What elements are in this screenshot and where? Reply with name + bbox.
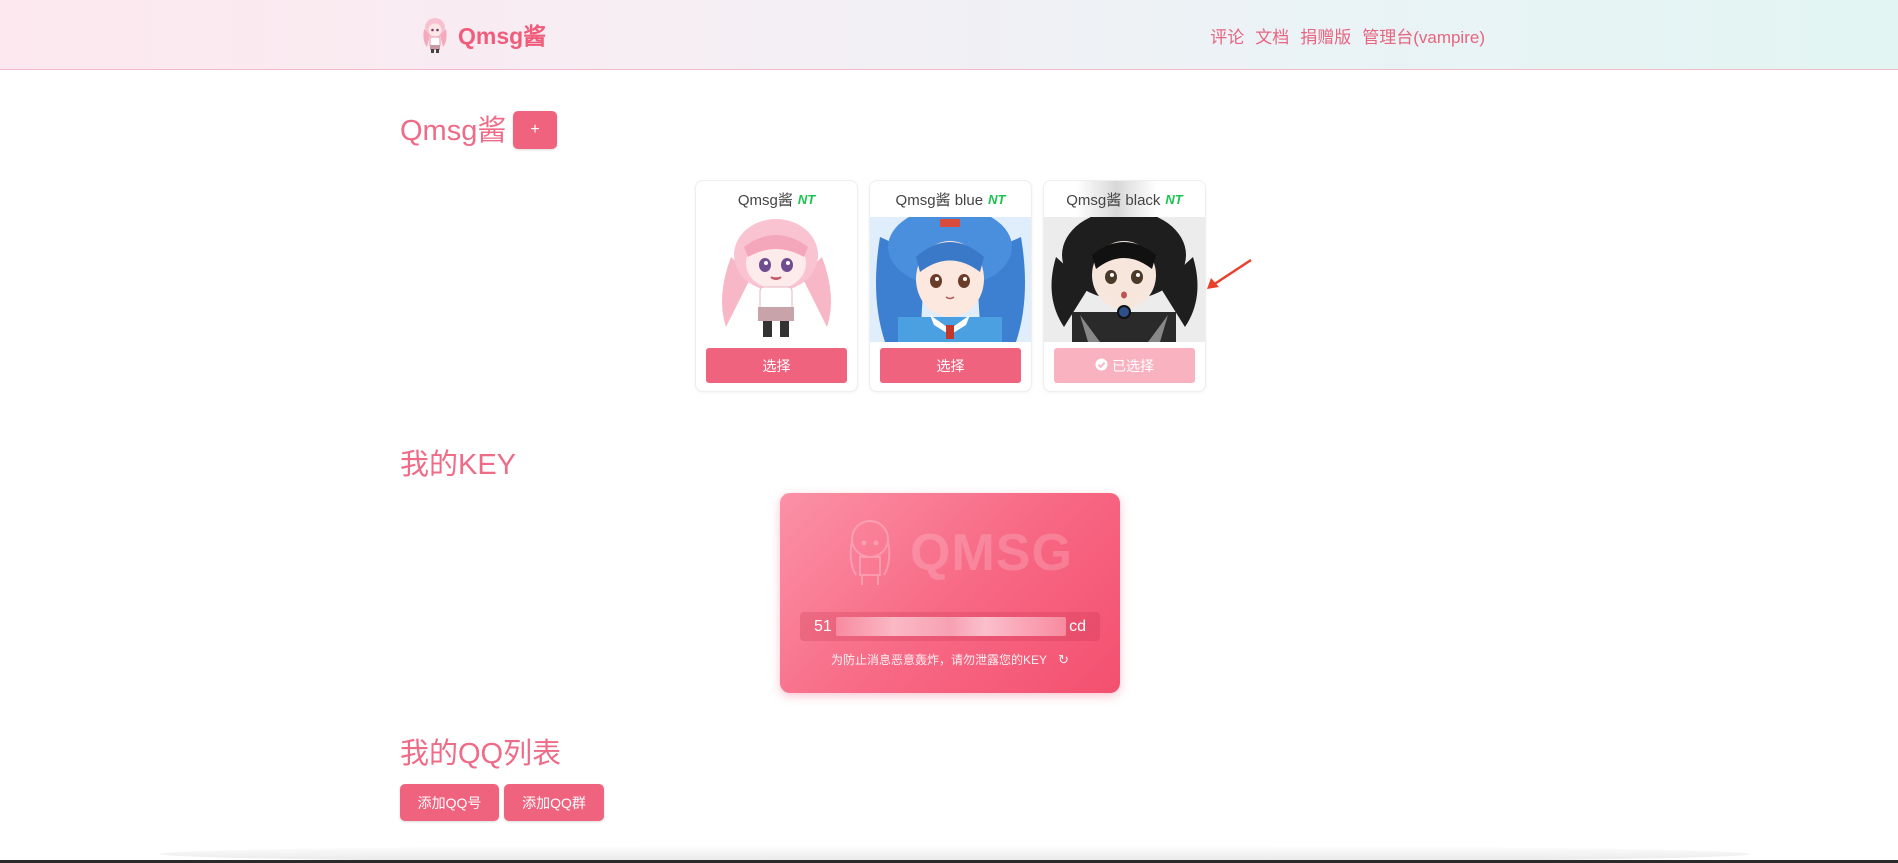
add-bot-button[interactable]: + (513, 111, 557, 149)
qmsg-watermark: QMSG (910, 524, 1073, 582)
bot-card-header: Qmsg酱 blue NT (870, 181, 1031, 217)
black-mascot-image (1044, 210, 1205, 342)
key-field[interactable]: 51 cd (800, 612, 1100, 641)
nav-link-comments[interactable]: 评论 (1210, 23, 1244, 48)
check-circle-icon (1095, 358, 1108, 374)
nt-badge: NT (797, 191, 816, 207)
brand-name: Qmsg酱 (458, 23, 547, 49)
bot-card-pink: Qmsg酱 NT 选择 (695, 180, 858, 392)
selected-bot-label: 已选择 (1112, 357, 1154, 374)
key-prefix: 51 (814, 617, 832, 635)
mascot-logo-icon (423, 18, 447, 53)
key-suffix: cd (1069, 617, 1086, 635)
nav-link-admin[interactable]: 管理台(vampire) (1362, 23, 1485, 48)
key-card: QMSG 51 cd 为防止消息恶意轰炸，请勿泄露您的KEY ↻ (780, 493, 1120, 693)
nt-badge: NT (988, 191, 1006, 207)
select-bot-label: 选择 (936, 357, 965, 374)
bots-section-title: Qmsg酱 (400, 115, 507, 147)
key-redaction-mask (836, 617, 1066, 636)
key-hint: 为防止消息恶意轰炸，请勿泄露您的KEY ↻ (780, 651, 1120, 668)
add-qq-button[interactable]: 添加QQ号 (400, 784, 499, 821)
key-section-title: 我的KEY (400, 449, 517, 481)
bot-card-name: Qmsg酱 (737, 191, 793, 209)
bot-card-black: Qmsg酱 black NT 已选择 (1043, 180, 1206, 392)
nav-links: 评论 文档 捐赠版 管理台(vampire) (1210, 23, 1485, 48)
top-navbar: Qmsg酱 评论 文档 捐赠版 管理台(vampire) (0, 0, 1898, 70)
bot-card-name: Qmsg酱 black (1066, 191, 1161, 209)
selected-bot-button[interactable]: 已选择 (1054, 348, 1195, 383)
select-bot-button[interactable]: 选择 (880, 348, 1021, 383)
key-hint-text: 为防止消息恶意轰炸，请勿泄露您的KEY (830, 653, 1047, 667)
bot-card-header: Qmsg酱 black NT (1044, 181, 1205, 217)
brand[interactable]: Qmsg酱 (418, 14, 546, 54)
qq-section-title: 我的QQ列表 (400, 738, 562, 770)
annotation-arrow-icon (1207, 258, 1252, 289)
bot-card-name: Qmsg酱 blue (895, 191, 984, 209)
refresh-icon[interactable]: ↻ (1058, 652, 1069, 667)
add-qq-group-button[interactable]: 添加QQ群 (504, 784, 604, 821)
mascot-watermark-icon (849, 520, 891, 585)
nt-badge: NT (1165, 191, 1183, 207)
nav-link-docs[interactable]: 文档 (1255, 23, 1289, 48)
select-bot-button[interactable]: 选择 (706, 348, 847, 383)
pink-mascot-image (696, 217, 857, 342)
nav-link-donate[interactable]: 捐赠版 (1300, 23, 1351, 48)
blue-mascot-image (870, 207, 1031, 342)
bot-card-blue: Qmsg酱 blue NT 选择 (869, 180, 1032, 392)
bot-card-header: Qmsg酱 NT (696, 181, 857, 217)
select-bot-label: 选择 (762, 357, 791, 374)
